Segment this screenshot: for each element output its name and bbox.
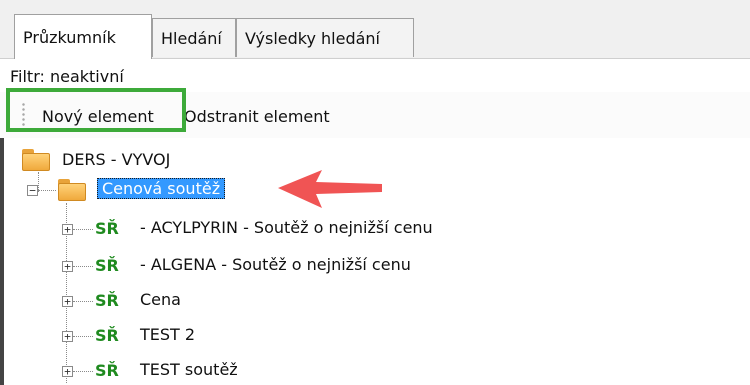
tree-item-label[interactable]: Cena xyxy=(140,290,181,309)
tree-selected-node[interactable]: Cenová soutěž xyxy=(97,176,226,202)
tree-connector xyxy=(38,190,56,192)
tree-root-label[interactable]: DERS - VYVOJ xyxy=(62,147,170,173)
expand-icon[interactable]: + xyxy=(62,261,73,272)
expand-icon[interactable]: + xyxy=(62,366,73,377)
tab-label: Výsledky hledání xyxy=(245,29,380,48)
tab-vysledky-hledani[interactable]: Výsledky hledání xyxy=(236,18,414,57)
tree-connector xyxy=(73,336,93,338)
tree-item-label[interactable]: TEST soutěž xyxy=(140,360,238,379)
tree-connector xyxy=(73,266,93,268)
sr-badge-icon: SŘ xyxy=(95,361,119,380)
collapse-icon[interactable]: − xyxy=(27,185,38,196)
tree-item-label[interactable]: TEST 2 xyxy=(140,325,195,344)
red-arrow-icon xyxy=(278,170,382,208)
sr-badge-icon: SŘ xyxy=(95,256,119,275)
expand-icon[interactable]: + xyxy=(62,296,73,307)
tree-item-label[interactable]: - ACYLPYRIN - Soutěž o nejnižší cenu xyxy=(140,218,433,237)
tab-label: Průzkumník xyxy=(23,28,116,47)
new-element-highlight-box xyxy=(6,88,186,132)
expand-icon[interactable]: + xyxy=(62,331,73,342)
tab-strip: Průzkumník Hledání Výsledky hledání xyxy=(0,0,750,59)
tab-label: Hledání xyxy=(161,29,222,48)
expand-icon[interactable]: + xyxy=(62,224,73,235)
tab-pruzkumnik[interactable]: Průzkumník xyxy=(14,14,152,59)
left-border xyxy=(0,138,4,385)
tree-connector xyxy=(73,301,93,303)
tree-connector xyxy=(73,229,93,231)
folder-icon xyxy=(58,179,86,201)
tree-item-label[interactable]: - ALGENA - Soutěž o nejnižší cenu xyxy=(140,255,411,274)
sr-badge-icon: SŘ xyxy=(95,291,119,310)
delete-element-button[interactable]: Odstranit element xyxy=(184,102,330,132)
sr-badge-icon: SŘ xyxy=(95,219,119,238)
tree-connector xyxy=(38,172,40,192)
folder-icon xyxy=(22,149,50,171)
tree-connector xyxy=(73,371,93,373)
sr-badge-icon: SŘ xyxy=(95,326,119,345)
tab-hledani[interactable]: Hledání xyxy=(152,18,236,57)
selected-node-label[interactable]: Cenová soutěž xyxy=(97,178,226,199)
